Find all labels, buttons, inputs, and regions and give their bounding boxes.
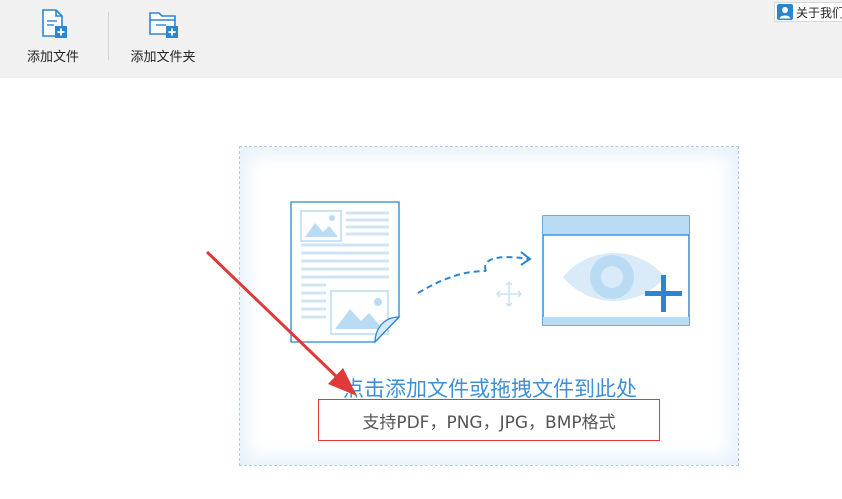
file-drop-zone[interactable]: 点击添加文件或拖拽文件到此处 支持PDF，PNG，JPG，BMP格式 — [239, 146, 739, 466]
document-image-icon — [290, 201, 401, 344]
add-file-button[interactable]: 添加文件 — [22, 8, 84, 72]
folder-plus-icon — [149, 12, 178, 38]
user-icon — [777, 4, 793, 20]
drop-illustration — [290, 201, 690, 344]
toolbar: 添加文件 添加文件夹 关于我们 — [0, 0, 842, 78]
about-us-button[interactable]: 关于我们 — [774, 2, 842, 22]
supported-formats-hint: 支持PDF，PNG，JPG，BMP格式 — [318, 399, 660, 441]
eye-window-icon — [542, 215, 690, 326]
toolbar-divider — [108, 12, 109, 60]
file-plus-icon — [42, 9, 67, 38]
add-file-label: 添加文件 — [26, 50, 79, 65]
add-folder-label: 添加文件夹 — [130, 50, 196, 65]
add-folder-button[interactable]: 添加文件夹 — [124, 8, 202, 72]
about-us-label: 关于我们 — [796, 5, 842, 20]
move-cross-icon — [496, 281, 522, 307]
